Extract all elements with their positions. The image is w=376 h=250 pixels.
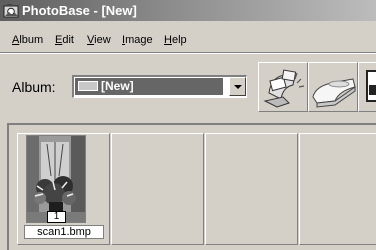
- scanner-icon: [312, 78, 356, 108]
- toolbar-separator: [0, 52, 376, 54]
- scanner-button[interactable]: [308, 62, 358, 112]
- thumbnail-cell[interactable]: [205, 133, 298, 245]
- album-label: Album:: [12, 79, 56, 95]
- dropdown-arrow-button[interactable]: [229, 77, 246, 96]
- flower-vase-photo: [27, 136, 85, 222]
- menu-edit[interactable]: Edit: [55, 30, 74, 50]
- window-title: PhotoBase - [New]: [22, 3, 137, 18]
- acquire-photos-button[interactable]: [258, 62, 308, 112]
- thumbnail-cell[interactable]: [111, 133, 204, 245]
- printer-button[interactable]: [358, 62, 376, 112]
- thumbnail-cell[interactable]: [299, 133, 376, 245]
- album-selected-value: [New]: [75, 78, 223, 95]
- menu-image[interactable]: Image: [122, 30, 153, 50]
- thumbnail-number: 1: [47, 211, 66, 223]
- acquire-photos-icon: [263, 69, 305, 108]
- menu-help[interactable]: Help: [164, 30, 187, 50]
- photobase-app-icon: [3, 4, 19, 18]
- thumbnail-image[interactable]: [26, 135, 86, 223]
- menu-album[interactable]: Album: [12, 30, 43, 50]
- menu-bar: Album Edit View Image Help: [0, 30, 376, 50]
- album-select[interactable]: [New]: [72, 75, 247, 98]
- title-bar[interactable]: PhotoBase - [New]: [0, 0, 376, 21]
- printer-icon: [366, 70, 376, 102]
- menu-view[interactable]: View: [87, 30, 111, 50]
- album-folder-icon: [78, 81, 98, 91]
- thumbnail-filename: scan1.bmp: [24, 225, 104, 239]
